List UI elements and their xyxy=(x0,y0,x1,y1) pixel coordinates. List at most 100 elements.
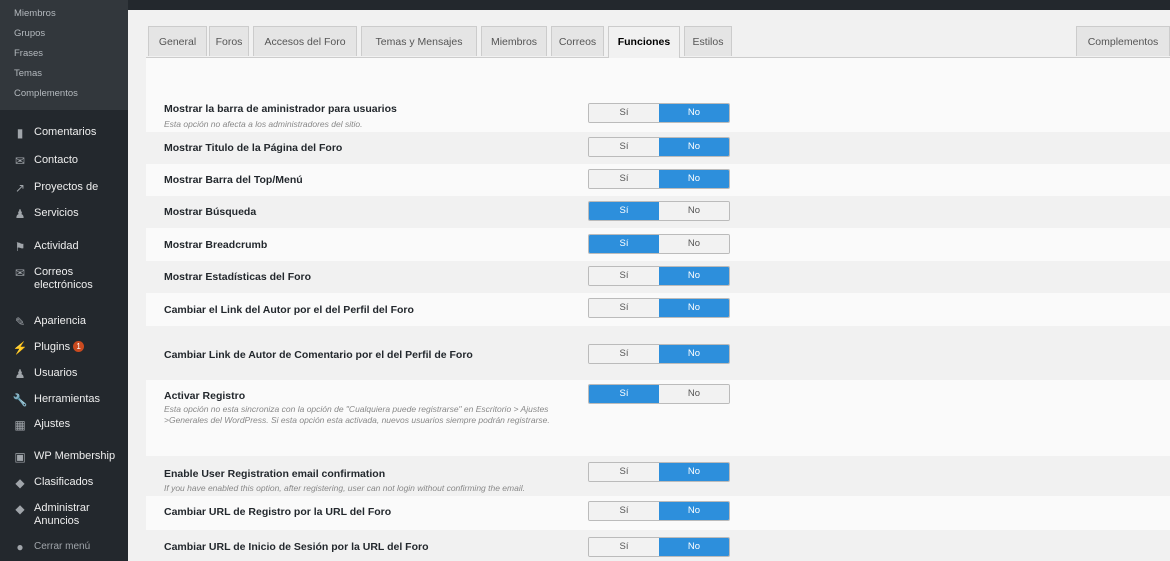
toggle-no-option[interactable]: No xyxy=(659,502,729,520)
toggle-yes-option[interactable]: Sí xyxy=(589,267,659,285)
sidebar-item-label: Ajustes xyxy=(34,418,71,430)
toggle-no-option[interactable]: No xyxy=(659,104,729,122)
toggle-no-option[interactable]: No xyxy=(659,463,729,481)
setting-row: Activar Registro Esta opción no esta sinc… xyxy=(146,380,1170,456)
sidebar-item-usuarios[interactable]: ♟ Usuarios xyxy=(0,363,128,385)
tab-complementos[interactable]: Complementos xyxy=(1076,26,1170,56)
people-icon: ♟ xyxy=(14,207,26,221)
sidebar-item-label: Plugins 1 xyxy=(34,341,85,354)
main-content: General Foros Accesos del Foro Temas y Mens… xyxy=(146,10,1170,561)
pin-icon: ◆ xyxy=(15,502,25,516)
mail-icon: ✉ xyxy=(14,154,26,168)
setting-row: Mostrar Titulo de la Página del Foro Sí No xyxy=(146,132,1170,164)
setting-label: Enable User Registration email confirmat… xyxy=(164,468,386,480)
sidebar-item-cerrar-men-[interactable]: ● Cerrar menú xyxy=(0,536,128,558)
toggle-yes-option[interactable]: Sí xyxy=(589,170,659,188)
comment-icon: ▮ xyxy=(16,126,24,140)
yes-no-toggle[interactable]: Sí No xyxy=(588,384,730,404)
setting-row: Mostrar Barra del Top/Menú Sí No xyxy=(146,164,1170,196)
sidebar-item-apariencia[interactable]: ✎ Apariencia xyxy=(0,311,128,333)
setting-row: Mostrar la barra de aministrador para us… xyxy=(146,92,1170,132)
tab-accesos-del-foro[interactable]: Accesos del Foro xyxy=(253,26,357,56)
toggle-no-option[interactable]: No xyxy=(659,202,729,220)
sidebar-item-label: WP Membership xyxy=(34,450,116,462)
submenu-item-grupos[interactable]: Grupos xyxy=(0,24,128,44)
settings-tabs: General Foros Accesos del Foro Temas y Mens… xyxy=(146,26,1170,58)
yes-no-toggle[interactable]: Sí No xyxy=(588,501,730,521)
sidebar-item-label: Comentarios xyxy=(34,126,97,138)
yes-no-toggle[interactable]: Sí No xyxy=(588,234,730,254)
yes-no-toggle[interactable]: Sí No xyxy=(588,103,730,123)
toggle-yes-option[interactable]: Sí xyxy=(589,202,659,220)
setting-row: Cambiar Link de Autor de Comentario por … xyxy=(146,326,1170,380)
toggle-yes-option[interactable]: Sí xyxy=(589,385,659,403)
toggle-yes-option[interactable]: Sí xyxy=(589,538,659,556)
submenu-item-temas[interactable]: Temas xyxy=(0,64,128,84)
toggle-no-option[interactable]: No xyxy=(659,170,729,188)
sidebar-item-correos-electr-nicos[interactable]: ✉ Correos electrónicos xyxy=(0,262,128,296)
setting-label: Mostrar la barra de aministrador para us… xyxy=(164,103,397,115)
sidebar-item-proyectos-de[interactable]: ↗ Proyectos de xyxy=(0,177,128,199)
sidebar-item-plugins[interactable]: ⚡ Plugins 1 xyxy=(0,337,128,359)
setting-row: Cambiar URL de Inicio de Sesión por la U… xyxy=(146,530,1170,561)
setting-label: Mostrar Titulo de la Página del Foro xyxy=(164,142,343,154)
submenu-item-frases[interactable]: Frases xyxy=(0,44,128,64)
setting-label: Activar Registro xyxy=(164,390,246,402)
setting-description: Esta opción no esta sincroniza con la op… xyxy=(164,404,550,425)
sidebar-item-contacto[interactable]: ✉ Contacto xyxy=(0,150,128,172)
tab-miembros[interactable]: Miembros xyxy=(481,26,547,56)
submenu-item-miembros[interactable]: Miembros xyxy=(0,4,128,24)
sidebar-item-administrar-anuncios[interactable]: ◆ Administrar Anuncios xyxy=(0,498,128,532)
yes-no-toggle[interactable]: Sí No xyxy=(588,169,730,189)
tab-foros[interactable]: Foros xyxy=(209,26,249,56)
admin-sidebar: Miembros Grupos Frases Temas Complementos ▮ C… xyxy=(0,0,128,561)
sidebar-item-servicios[interactable]: ♟ Servicios xyxy=(0,203,128,225)
toggle-no-option[interactable]: No xyxy=(659,299,729,317)
brush-icon: ✎ xyxy=(14,315,26,329)
toggle-yes-option[interactable]: Sí xyxy=(589,463,659,481)
tab-correos[interactable]: Correos xyxy=(551,26,604,56)
yes-no-toggle[interactable]: Sí No xyxy=(588,537,730,557)
yes-no-toggle[interactable]: Sí No xyxy=(588,462,730,482)
setting-row: Enable User Registration email confirmat… xyxy=(146,456,1170,496)
sidebar-item-actividad[interactable]: ⚑ Actividad xyxy=(0,236,128,258)
yes-no-toggle[interactable]: Sí No xyxy=(588,344,730,364)
submenu-item-complementos[interactable]: Complementos xyxy=(0,84,128,104)
toggle-yes-option[interactable]: Sí xyxy=(589,235,659,253)
yes-no-toggle[interactable]: Sí No xyxy=(588,137,730,157)
sidebar-item-label: Proyectos de xyxy=(34,181,99,193)
wrench-icon: 🔧 xyxy=(12,393,28,407)
tab-estilos[interactable]: Estilos xyxy=(684,26,732,56)
toggle-yes-option[interactable]: Sí xyxy=(589,104,659,122)
yes-no-toggle[interactable]: Sí No xyxy=(588,201,730,221)
settings-panel: Mostrar la barra de aministrador para us… xyxy=(146,58,1170,561)
toggle-no-option[interactable]: No xyxy=(659,345,729,363)
sidebar-item-comentarios[interactable]: ▮ Comentarios xyxy=(0,122,128,144)
tab-funciones[interactable]: Funciones xyxy=(608,26,680,58)
user-icon: ♟ xyxy=(14,367,26,381)
sidebar-item-label: Correos electrónicos xyxy=(34,266,93,291)
sidebar-item-ajustes[interactable]: ▦ Ajustes xyxy=(0,414,128,436)
toggle-no-option[interactable]: No xyxy=(659,538,729,556)
sidebar-item-label: Usuarios xyxy=(34,367,78,379)
yes-no-toggle[interactable]: Sí No xyxy=(588,266,730,286)
tab-temas-y-mensajes[interactable]: Temas y Mensajes xyxy=(361,26,477,56)
settings-icon: ▦ xyxy=(14,418,26,432)
toggle-yes-option[interactable]: Sí xyxy=(589,502,659,520)
yes-no-toggle[interactable]: Sí No xyxy=(588,298,730,318)
toggle-no-option[interactable]: No xyxy=(659,385,729,403)
tab-general[interactable]: General xyxy=(148,26,207,56)
toggle-no-option[interactable]: No xyxy=(659,267,729,285)
sidebar-item-wp-membership[interactable]: ▣ WP Membership xyxy=(0,446,128,468)
setting-description: Esta opción no afecta a los administrado… xyxy=(164,119,363,129)
sidebar-item-herramientas[interactable]: 🔧 Herramientas xyxy=(0,389,128,411)
toggle-yes-option[interactable]: Sí xyxy=(589,299,659,317)
toggle-yes-option[interactable]: Sí xyxy=(589,138,659,156)
sidebar-item-label: Contacto xyxy=(34,154,79,166)
toggle-yes-option[interactable]: Sí xyxy=(589,345,659,363)
sidebar-item-label: Servicios xyxy=(34,207,79,219)
sidebar-item-label: Administrar Anuncios xyxy=(34,502,90,527)
toggle-no-option[interactable]: No xyxy=(659,138,729,156)
sidebar-item-clasificados[interactable]: ◆ Clasificados xyxy=(0,472,128,494)
toggle-no-option[interactable]: No xyxy=(659,235,729,253)
